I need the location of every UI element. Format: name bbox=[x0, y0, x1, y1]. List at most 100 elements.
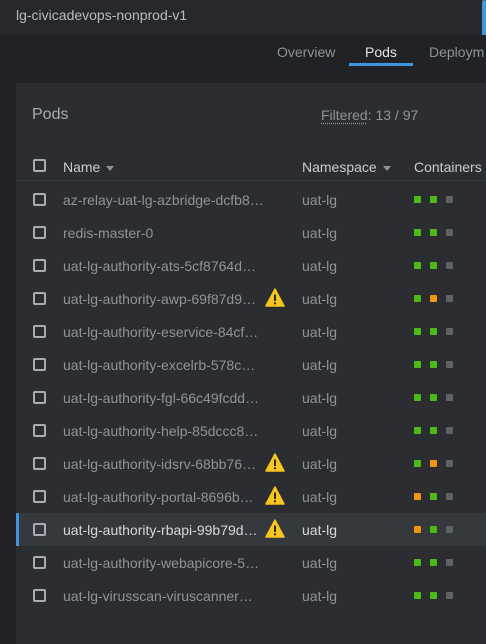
pod-name: az-relay-uat-lg-azbridge-dcfb8… bbox=[63, 192, 264, 208]
pod-name: uat-lg-authority-fgl-66c49fcdd… bbox=[63, 390, 260, 406]
container-status-ok bbox=[430, 526, 437, 533]
container-status-warn bbox=[430, 460, 437, 467]
table-row[interactable]: uat-lg-virusscan-viruscanner… uat-lg bbox=[16, 579, 486, 612]
pod-namespace: uat-lg bbox=[302, 390, 338, 406]
pod-namespace: uat-lg bbox=[302, 489, 338, 505]
row-checkbox[interactable] bbox=[33, 589, 46, 602]
container-status-idle bbox=[446, 427, 453, 434]
pod-namespace: uat-lg bbox=[302, 192, 338, 208]
row-checkbox[interactable] bbox=[33, 523, 46, 536]
container-status-ok bbox=[414, 328, 421, 335]
warning-triangle-icon[interactable] bbox=[265, 519, 285, 538]
container-status-ok bbox=[414, 196, 421, 203]
container-status-idle bbox=[446, 592, 453, 599]
table-row[interactable]: az-relay-uat-lg-azbridge-dcfb8… uat-lg bbox=[16, 183, 486, 216]
container-status-ok bbox=[430, 427, 437, 434]
row-checkbox[interactable] bbox=[33, 292, 46, 305]
table-row[interactable]: uat-lg-authority-fgl-66c49fcdd… uat-lg bbox=[16, 381, 486, 414]
pod-name: uat-lg-authority-excelrb-578c… bbox=[63, 357, 256, 373]
container-status-idle bbox=[446, 394, 453, 401]
table-row[interactable]: uat-lg-authority-portal-8696b… uat-lg bbox=[16, 480, 486, 513]
table-row[interactable]: uat-lg-authority-help-85dccc8… uat-lg bbox=[16, 414, 486, 447]
row-checkbox[interactable] bbox=[33, 259, 46, 272]
container-status-ok bbox=[414, 460, 421, 467]
pod-name: uat-lg-authority-help-85dccc8… bbox=[63, 423, 259, 439]
container-status-ok bbox=[430, 361, 437, 368]
pod-namespace: uat-lg bbox=[302, 258, 338, 274]
container-status-ok bbox=[430, 592, 437, 599]
row-checkbox[interactable] bbox=[33, 193, 46, 206]
warning-triangle-icon[interactable] bbox=[265, 486, 285, 505]
container-status-ok bbox=[430, 262, 437, 269]
row-checkbox[interactable] bbox=[33, 457, 46, 470]
pod-name: uat-lg-authority-ats-5cf8764d… bbox=[63, 258, 256, 274]
tab-deployments[interactable]: Deploym bbox=[429, 44, 484, 60]
tab-overview[interactable]: Overview bbox=[277, 44, 335, 60]
cluster-title: lg-civicadevops-nonprod-v1 bbox=[16, 7, 188, 23]
column-header-namespace[interactable]: Namespace bbox=[302, 159, 391, 175]
container-status-ok bbox=[414, 427, 421, 434]
container-status-idle bbox=[446, 559, 453, 566]
table-row[interactable]: uat-lg-authority-awp-69f87d9… uat-lg bbox=[16, 282, 486, 315]
tab-pods[interactable]: Pods bbox=[365, 44, 397, 60]
table-row[interactable]: uat-lg-authority-ats-5cf8764d… uat-lg bbox=[16, 249, 486, 282]
container-status-ok bbox=[414, 394, 421, 401]
pod-namespace: uat-lg bbox=[302, 324, 338, 340]
table-row[interactable]: uat-lg-authority-excelrb-578c… uat-lg bbox=[16, 348, 486, 381]
table-row[interactable]: uat-lg-authority-rbapi-99b79d… uat-lg bbox=[16, 513, 486, 546]
table-row[interactable]: uat-lg-authority-webapicore-5… uat-lg bbox=[16, 546, 486, 579]
warning-triangle-icon[interactable] bbox=[265, 453, 285, 472]
container-status-idle bbox=[446, 493, 453, 500]
column-header-name[interactable]: Name bbox=[63, 159, 115, 175]
filtered-label[interactable]: Filtered bbox=[321, 107, 368, 123]
pod-name: uat-lg-authority-awp-69f87d9… bbox=[63, 291, 256, 307]
pod-namespace: uat-lg bbox=[302, 225, 338, 241]
select-all-checkbox[interactable] bbox=[33, 159, 46, 172]
container-status-ok bbox=[414, 361, 421, 368]
title-bar: lg-civicadevops-nonprod-v1 bbox=[0, 0, 486, 46]
pod-namespace: uat-lg bbox=[302, 588, 338, 604]
row-checkbox[interactable] bbox=[33, 358, 46, 371]
column-name-label: Name bbox=[63, 159, 101, 175]
warning-triangle-icon[interactable] bbox=[265, 288, 285, 307]
container-status-ok bbox=[414, 295, 421, 302]
pods-panel: Pods Filtered: 13 / 97 Name Namespace Co… bbox=[16, 83, 486, 644]
container-status-ok bbox=[414, 559, 421, 566]
container-status-ok bbox=[414, 229, 421, 236]
table-row[interactable]: uat-lg-authority-idsrv-68bb76… uat-lg bbox=[16, 447, 486, 480]
row-checkbox[interactable] bbox=[33, 556, 46, 569]
pod-namespace: uat-lg bbox=[302, 456, 338, 472]
container-status-ok bbox=[430, 493, 437, 500]
pod-namespace: uat-lg bbox=[302, 357, 338, 373]
row-checkbox[interactable] bbox=[33, 391, 46, 404]
container-status-ok bbox=[430, 196, 437, 203]
sort-caret-icon bbox=[382, 165, 391, 171]
container-status-ok bbox=[414, 592, 421, 599]
container-status-idle bbox=[446, 196, 453, 203]
container-status-idle bbox=[446, 526, 453, 533]
row-checkbox[interactable] bbox=[33, 424, 46, 437]
table-header: Name Namespace Containers bbox=[16, 149, 486, 181]
pod-name: uat-lg-authority-rbapi-99b79d… bbox=[63, 522, 258, 538]
container-status-warn bbox=[430, 295, 437, 302]
container-status-ok bbox=[430, 394, 437, 401]
tab-bar: Overview Pods Deploym bbox=[0, 35, 486, 67]
container-status-idle bbox=[446, 229, 453, 236]
pod-name: uat-lg-authority-eservice-84cf… bbox=[63, 324, 259, 340]
pod-namespace: uat-lg bbox=[302, 522, 338, 538]
table-row[interactable]: uat-lg-authority-eservice-84cf… uat-lg bbox=[16, 315, 486, 348]
table-row[interactable]: redis-master-0 uat-lg bbox=[16, 216, 486, 249]
selected-row-indicator bbox=[16, 513, 19, 546]
row-checkbox[interactable] bbox=[33, 490, 46, 503]
row-checkbox[interactable] bbox=[33, 226, 46, 239]
column-containers-label: Containers bbox=[414, 159, 482, 175]
panel-title: Pods bbox=[32, 106, 69, 123]
container-status-idle bbox=[446, 295, 453, 302]
container-status-ok bbox=[430, 229, 437, 236]
column-header-containers[interactable]: Containers bbox=[414, 159, 482, 175]
container-status-idle bbox=[446, 460, 453, 467]
row-checkbox[interactable] bbox=[33, 325, 46, 338]
sort-caret-icon bbox=[106, 165, 115, 171]
pod-name: uat-lg-authority-portal-8696b… bbox=[63, 489, 254, 505]
container-status-warn bbox=[414, 526, 421, 533]
